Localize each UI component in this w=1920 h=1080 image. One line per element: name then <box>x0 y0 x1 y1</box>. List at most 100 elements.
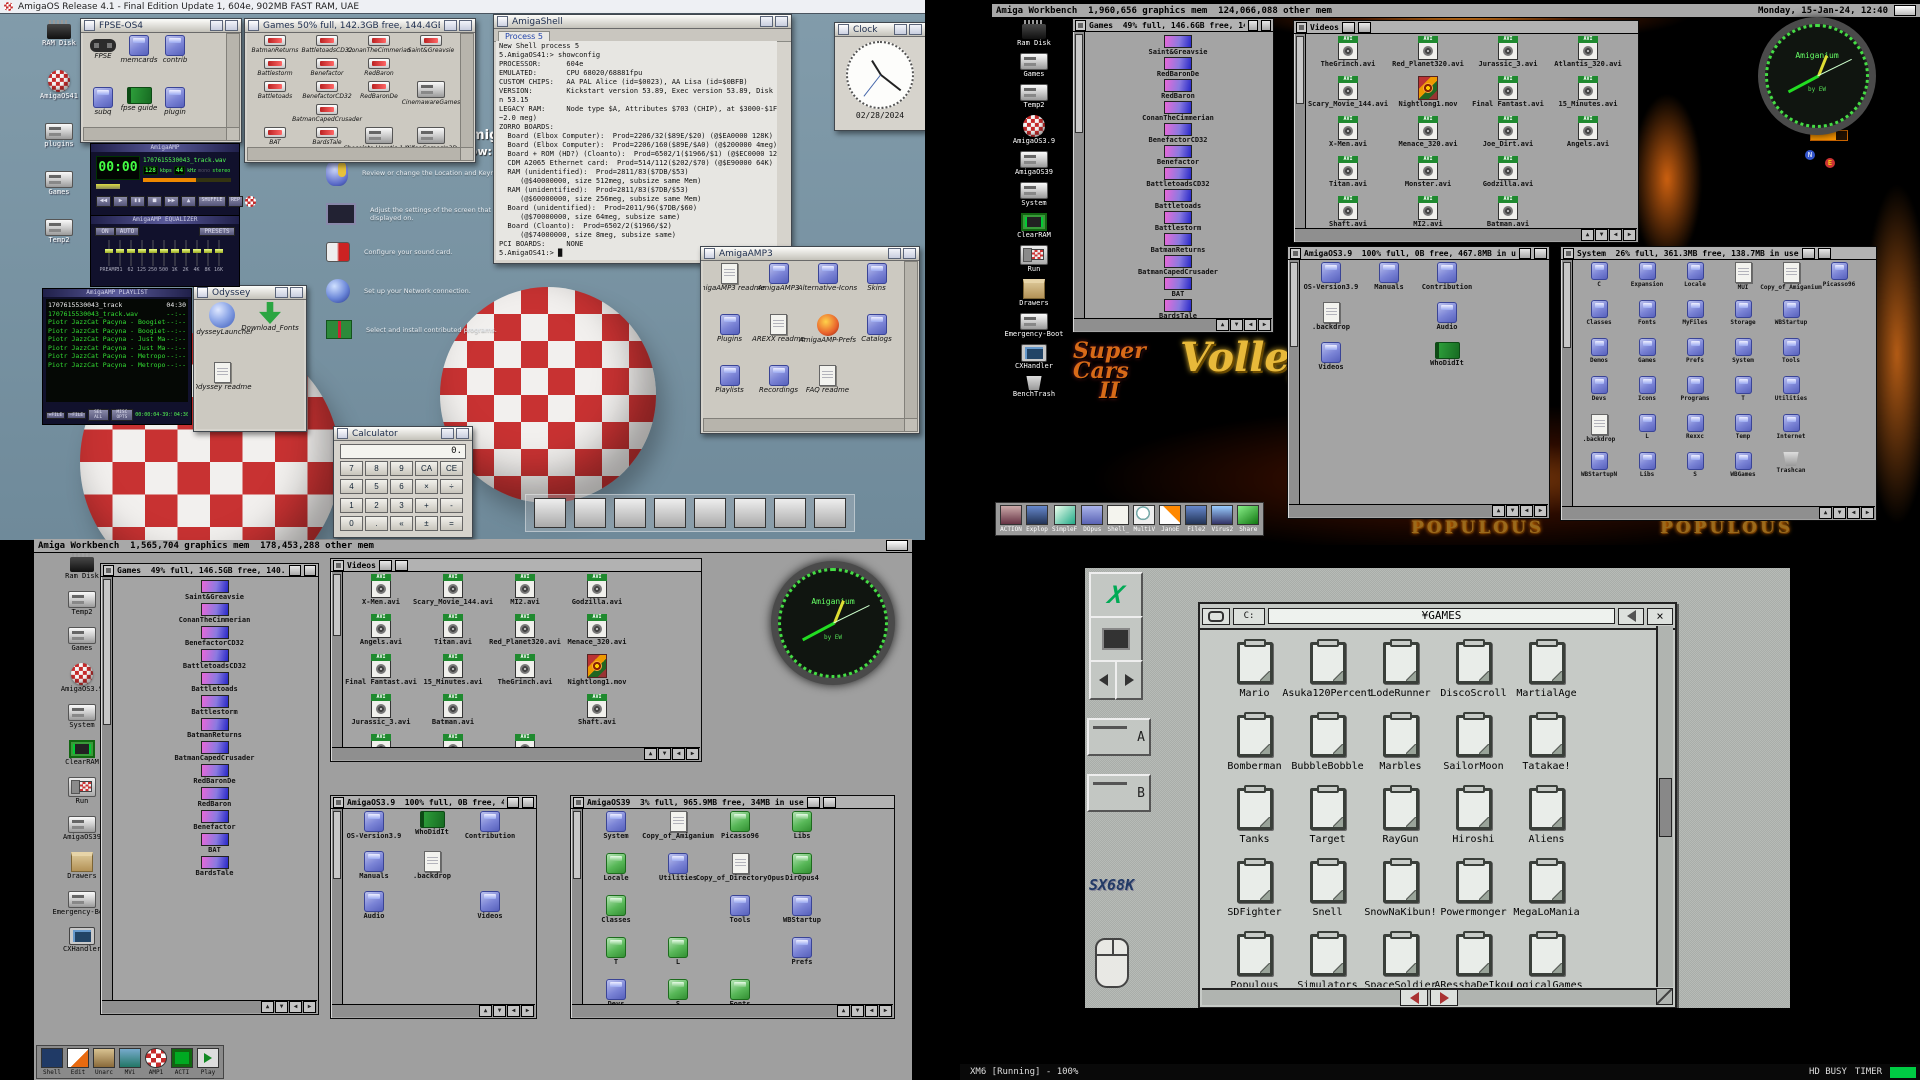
window-titlebar[interactable]: Videos <box>331 559 701 572</box>
dock-item[interactable]: AMP1 <box>145 1048 167 1076</box>
dock-item[interactable]: Unarc <box>93 1048 115 1076</box>
zoom-gadget[interactable] <box>1802 248 1815 259</box>
file-icon[interactable]: subq <box>85 87 121 128</box>
file-icon[interactable]: AmigaAMP-Prefs <box>803 314 852 365</box>
eq-band-slider[interactable]: 16K <box>213 240 224 273</box>
scroll-gadgets[interactable]: ▲▼◀▶ <box>1295 228 1637 241</box>
game-file-icon[interactable]: Powermonger <box>1437 861 1510 934</box>
window-titlebar[interactable]: AmigaAMP <box>91 144 239 152</box>
game-project-icon[interactable]: Benefactor <box>1085 145 1271 167</box>
drawer-icon[interactable]: WBStartupN <box>1575 452 1623 490</box>
depth-gadget[interactable] <box>1261 20 1271 31</box>
game-file-icon[interactable]: Simulators <box>1291 934 1364 987</box>
eq-presets-button[interactable]: PRESETS <box>199 227 235 236</box>
game-file-icon[interactable]: Tatakae! <box>1510 715 1583 788</box>
file-icon[interactable]: fpse guide <box>121 87 157 128</box>
video-file-icon[interactable]: Nightlong1.mov <box>561 654 633 694</box>
file-icon[interactable]: Plugins <box>705 314 754 365</box>
drawer-icon[interactable]: Videos <box>1302 342 1360 382</box>
drawer-icon[interactable]: Storage <box>1719 300 1767 338</box>
zoom-gadget[interactable] <box>1519 248 1532 259</box>
game-project-icon[interactable]: RedBaron <box>1085 79 1271 101</box>
stop-button[interactable]: ■ <box>147 196 162 207</box>
dock-item[interactable]: ACTI <box>171 1048 193 1076</box>
video-file-icon[interactable]: Scary_Movie_144.avi <box>1308 76 1388 116</box>
misc-opts-button[interactable]: MISC OPTS <box>111 409 134 421</box>
add-file-button[interactable]: +FILE <box>46 412 65 419</box>
drawer-icon[interactable]: MUI <box>1719 262 1767 300</box>
close-gadget[interactable] <box>704 248 715 259</box>
depth-gadget[interactable] <box>1534 248 1547 259</box>
dock-item[interactable]: Play <box>197 1048 219 1076</box>
close-gadget[interactable] <box>333 560 344 571</box>
close-gadget[interactable] <box>248 20 259 31</box>
file-icon[interactable]: plugin <box>157 87 193 128</box>
window-titlebar[interactable]: Clock <box>835 23 925 37</box>
scroll-left-button[interactable] <box>1400 989 1428 1006</box>
drawer-icon[interactable]: Audio <box>1418 302 1476 342</box>
video-file-icon[interactable]: Menace_320.avi <box>561 614 633 654</box>
file-icon[interactable]: FPSE <box>85 35 121 87</box>
game-icon[interactable]: Saint&Greavsie <box>405 35 457 58</box>
desktop-icon[interactable]: AmigaOS3.9 <box>1006 115 1062 146</box>
video-file-icon[interactable]: Batman.avi <box>417 694 489 734</box>
drawer-icon[interactable]: WhoDidIt <box>403 811 461 851</box>
video-file-icon[interactable]: Joe_Dirt.avi <box>417 734 489 747</box>
drawer-icon[interactable]: Libs <box>771 811 833 853</box>
dock-item[interactable]: File2 <box>1185 505 1207 533</box>
next-button[interactable]: ▶▶ <box>164 196 179 207</box>
q3-screen-titlebar[interactable]: Amiga Workbench 1,565,704 graphics mem 1… <box>34 539 912 553</box>
dock-item[interactable]: Edit <box>67 1048 89 1076</box>
game-file-icon[interactable]: SpaceSoldier <box>1364 934 1437 987</box>
drawer-icon[interactable]: C <box>1575 262 1623 300</box>
depth-gadget[interactable] <box>290 287 303 298</box>
calc-key[interactable]: ÷ <box>440 479 463 494</box>
drawer-icon[interactable]: Locale <box>585 853 647 895</box>
desktop-icon[interactable]: Drawers <box>1006 279 1062 308</box>
video-file-icon[interactable]: Red_Planet320.avi <box>489 614 561 654</box>
dock-item[interactable]: Share <box>1237 505 1259 533</box>
drawer-icon[interactable]: Copy_of_DirectoryOpus <box>709 853 771 895</box>
game-project-icon[interactable]: BAT <box>113 833 316 856</box>
depth-gadget[interactable] <box>903 248 916 259</box>
dock-item[interactable]: ACTION <box>1000 505 1022 533</box>
playlist-entries[interactable]: 1707615530043_track 04:30 1707615530043_… <box>46 299 188 402</box>
game-icon[interactable]: Battlestorm <box>249 58 301 81</box>
calc-key[interactable]: . <box>365 516 388 531</box>
drawer-icon[interactable]: WhoDidIt <box>1418 342 1476 382</box>
close-gadget[interactable] <box>1296 22 1307 33</box>
close-gadget[interactable] <box>84 20 95 31</box>
drawer-icon[interactable]: Manuals <box>345 851 403 891</box>
drawer-icon[interactable]: Libs <box>1623 452 1671 490</box>
resize-gadget[interactable] <box>904 418 918 432</box>
dock-item[interactable] <box>654 498 686 528</box>
game-project-icon[interactable]: RedBaronDe <box>113 764 316 787</box>
drawer-icon[interactable]: Videos <box>461 891 519 931</box>
drawer-icon[interactable]: T <box>1719 376 1767 414</box>
drawer-icon[interactable]: Picasso96 <box>709 811 771 853</box>
playlist-entry[interactable]: 1707615530043_track.wav --:-- <box>48 310 186 319</box>
video-file-icon[interactable]: Nightlong1.mov <box>1388 76 1468 116</box>
depth-gadget[interactable] <box>1818 248 1831 259</box>
game-file-icon[interactable]: BubbleBobble <box>1291 715 1364 788</box>
game-file-icon[interactable]: Bomberman <box>1218 715 1291 788</box>
floppy-drive-b[interactable]: B <box>1087 774 1151 812</box>
video-file-icon[interactable]: Godzilla.avi <box>561 574 633 614</box>
game-icon[interactable]: BAT <box>249 127 301 148</box>
desktop-icon[interactable]: ClearRAM <box>1006 213 1062 240</box>
file-icon[interactable]: Download_Fonts <box>246 302 294 362</box>
game-file-icon[interactable]: AResshaDeIkou <box>1437 934 1510 987</box>
video-file-icon[interactable]: Red_Planet320.avi <box>1388 36 1468 76</box>
horizontal-scrollbar[interactable] <box>247 147 461 161</box>
file-icon[interactable]: Odyssey readme <box>198 362 246 422</box>
playlist-entry[interactable]: Piotr JazzCat Pacyna - Boogietown --:-- <box>48 318 186 327</box>
close-gadget[interactable] <box>497 16 508 27</box>
playlist-entry[interactable]: Piotr JazzCat Pacyna - Just Machine --:-… <box>48 344 186 353</box>
drawer-icon[interactable]: Locale <box>1671 262 1719 300</box>
drawer-icon[interactable]: Programs <box>1671 376 1719 414</box>
scroll-gadgets[interactable]: ▲▼◀▶ <box>1289 504 1548 517</box>
playlist-entry[interactable]: Piotr JazzCat Pacyna - Metropolice --:-- <box>48 352 186 361</box>
shuffle-button[interactable]: SHUFFLE <box>198 196 226 207</box>
seek-slider[interactable] <box>96 184 120 189</box>
vertical-scrollbar[interactable] <box>1656 626 1673 987</box>
